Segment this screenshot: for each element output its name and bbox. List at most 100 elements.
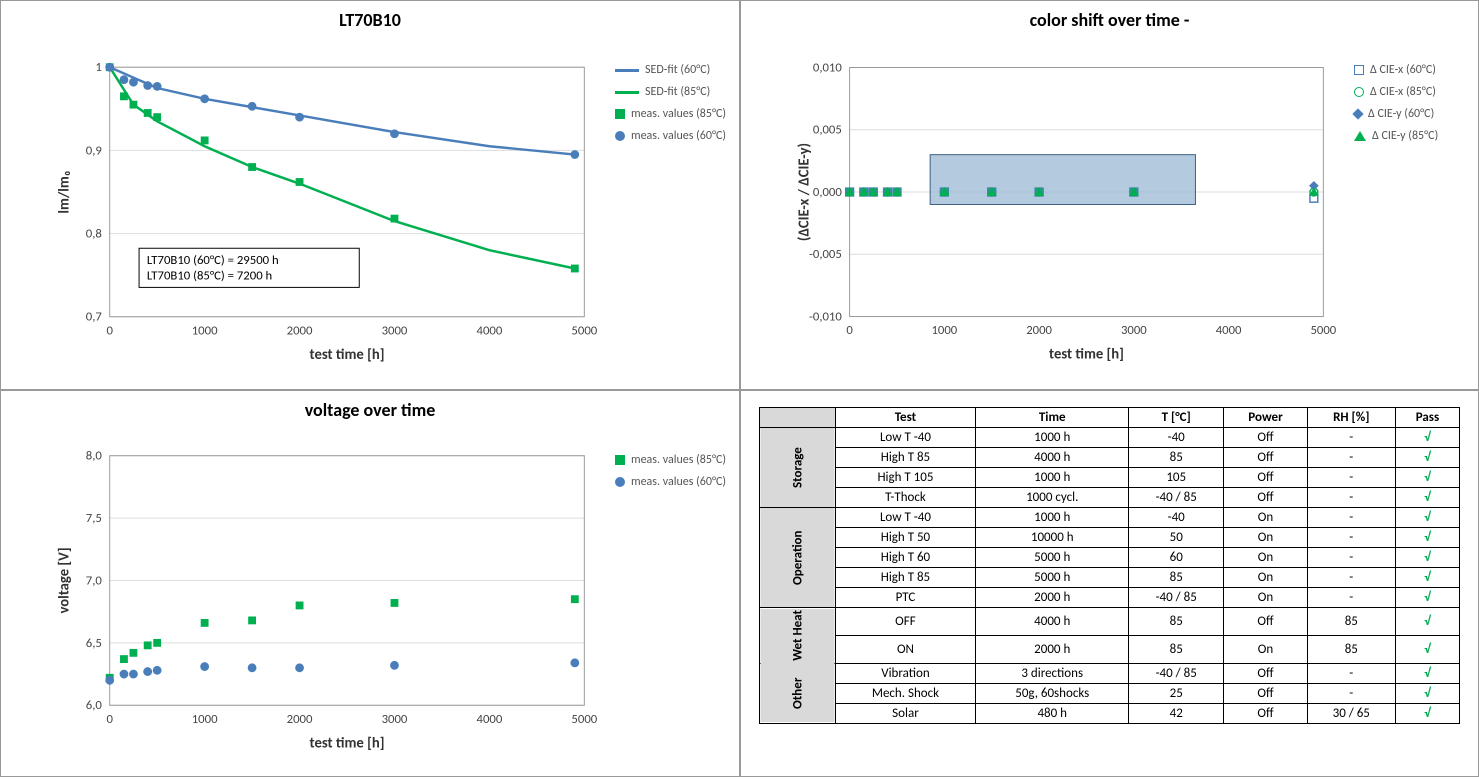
table-cell: √ [1395,448,1459,468]
table-cell: - [1307,508,1395,528]
table-cell: √ [1395,663,1459,683]
table-cell: OFF [835,608,976,636]
table-cell: √ [1395,468,1459,488]
table-cell: 4000 h [976,608,1129,636]
table-cell: - [1307,468,1395,488]
svg-text:5000: 5000 [1310,323,1336,338]
qualification-table-panel: TestTimeT [°C]PowerRH [%]PassStorageLow … [740,390,1479,777]
table-cell: √ [1395,528,1459,548]
table-cell: 2000 h [976,588,1129,608]
table-cell: 480 h [976,703,1129,723]
table-cell: √ [1395,488,1459,508]
voltage-chart: voltage over time 0100020003000400050006… [0,390,740,777]
svg-text:6,0: 6,0 [86,698,103,713]
table-cell: 50 [1129,528,1224,548]
table-cell: Off [1224,608,1307,636]
table-cell: 5000 h [976,568,1129,588]
table-cell: - [1307,428,1395,448]
legend-item: Δ CIE-x (60°C) [1354,63,1472,77]
table-header: Power [1224,408,1307,428]
table-cell: On [1224,528,1307,548]
table-cell: -40 / 85 [1129,663,1224,683]
table-cell: Mech. Shock [835,683,976,703]
table-group: Wet Heat [760,608,836,664]
svg-text:lm/lm₀: lm/lm₀ [55,170,73,213]
svg-text:test time [h]: test time [h] [310,345,385,363]
table-header: Test [835,408,976,428]
svg-text:test time [h]: test time [h] [1049,345,1124,363]
table-cell: √ [1395,635,1459,663]
table-cell: -40 / 85 [1129,488,1224,508]
table-cell: Off [1224,663,1307,683]
voltage-title: voltage over time [1,399,739,421]
svg-text:test time [h]: test time [h] [310,733,385,751]
table-cell: Solar [835,703,976,723]
table-cell: - [1307,548,1395,568]
svg-text:1: 1 [95,60,101,75]
legend-item: Δ CIE-x (85°C) [1354,85,1472,99]
svg-text:0,7: 0,7 [86,310,103,325]
table-cell: 60 [1129,548,1224,568]
table-cell: High T 50 [835,528,976,548]
table-cell: 85 [1307,635,1395,663]
qualification-table: TestTimeT [°C]PowerRH [%]PassStorageLow … [759,407,1460,724]
table-cell: - [1307,683,1395,703]
table-row: ON2000 h85On85√ [760,635,1460,663]
svg-text:4000: 4000 [477,712,503,727]
svg-text:8,0: 8,0 [86,449,103,464]
legend-item: meas. values (60°C) [615,129,733,143]
svg-text:1000: 1000 [931,323,957,338]
legend-item: Δ CIE-y (60°C) [1354,107,1472,121]
table-header: RH [%] [1307,408,1395,428]
svg-text:7,0: 7,0 [86,573,103,588]
table-cell: √ [1395,588,1459,608]
table-row: Mech. Shock50g, 60shocks25Off-√ [760,683,1460,703]
legend-item: Δ CIE-y (85°C) [1354,129,1472,143]
table-cell: - [1307,528,1395,548]
table-cell: √ [1395,703,1459,723]
table-cell: Vibration [835,663,976,683]
svg-text:0: 0 [846,323,853,338]
table-cell: 85 [1129,635,1224,663]
lumen-chart: LT70B10 0100020003000400050000,70,80,91t… [0,0,740,390]
svg-text:0: 0 [106,323,113,338]
table-cell: PTC [835,588,976,608]
table-cell: √ [1395,508,1459,528]
table-cell: High T 85 [835,448,976,468]
table-row: T-Thock1000 cycl.-40 / 85Off-√ [760,488,1460,508]
table-cell: 3 directions [976,663,1129,683]
svg-text:5000: 5000 [571,323,597,338]
svg-text:5000: 5000 [571,712,597,727]
table-cell: √ [1395,548,1459,568]
table-cell: -40 / 85 [1129,588,1224,608]
legend-item: meas. values (85°C) [615,107,733,121]
table-row: OperationLow T -401000 h-40On-√ [760,508,1460,528]
table-cell: - [1307,663,1395,683]
table-cell: -40 [1129,508,1224,528]
table-group: Other [760,663,836,723]
table-cell: 85 [1307,608,1395,636]
table-cell: On [1224,588,1307,608]
table-cell: 1000 h [976,468,1129,488]
lumen-title: LT70B10 [1,9,739,31]
colorshift-legend: Δ CIE-x (60°C) Δ CIE-x (85°C) Δ CIE-y (60°… [1348,35,1478,393]
table-cell: 30 / 65 [1307,703,1395,723]
table-row: StorageLow T -401000 h-40Off-√ [760,428,1460,448]
table-cell: √ [1395,683,1459,703]
table-group: Storage [760,428,836,508]
table-cell: √ [1395,608,1459,636]
legend-item: SED-fit (85°C) [615,85,733,99]
svg-text:0,010: 0,010 [813,60,842,75]
svg-text:3000: 3000 [382,712,408,727]
table-cell: Low T -40 [835,428,976,448]
svg-text:LT70B10 (85°C) = 7200 h: LT70B10 (85°C) = 7200 h [147,269,272,284]
svg-text:0,000: 0,000 [813,185,842,200]
table-cell: On [1224,568,1307,588]
table-cell: Off [1224,683,1307,703]
table-cell: - [1307,488,1395,508]
table-cell: Off [1224,428,1307,448]
table-cell: 4000 h [976,448,1129,468]
svg-text:3000: 3000 [1121,323,1147,338]
table-cell: - [1307,568,1395,588]
table-cell: High T 60 [835,548,976,568]
